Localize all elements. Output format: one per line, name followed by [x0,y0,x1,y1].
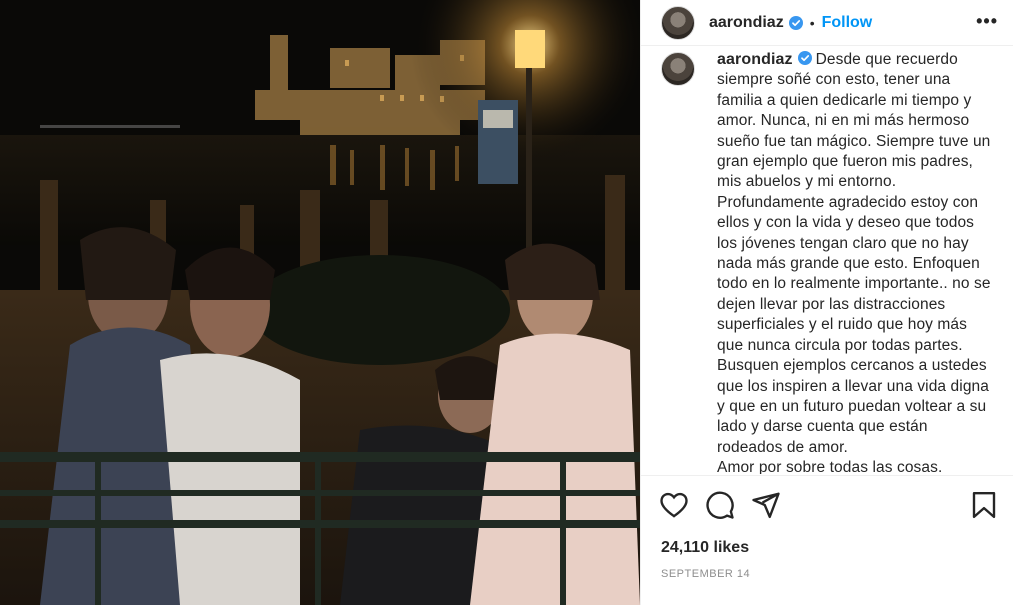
post-date[interactable]: SEPTEMBER 14 [661,568,750,580]
verified-badge-icon [788,15,803,30]
caption-line: Amor por sobre todas las cosas. [717,459,943,474]
caption-line: familia a quien dedicarle mi tiempo y [717,91,972,109]
caption-line: dejen llevar por las distracciones [717,295,946,313]
caption-line: siempre soñé con esto, tener una [717,71,951,89]
caption-line: amor. Nunca, ni en mi más hermoso [717,112,970,130]
share-icon[interactable] [751,490,781,525]
caption-line: los jóvenes tengan claro que no hay [717,234,969,252]
caption-line: y que en un futuro puedan voltear a su [717,397,987,415]
header-separator: • [809,14,815,31]
caption-text: aarondiaz Desde que recuerdo siempre soñé… [717,50,1006,474]
more-options-button[interactable]: ••• [976,11,998,32]
post-header: aarondiaz • Follow ••• [641,0,1013,46]
caption-line: Busquen ejemplos cercanos a ustedes [717,357,987,375]
caption-line: nada más grande que esto. Enfoquen [717,255,980,273]
avatar[interactable] [661,5,695,40]
caption-line: mis abuelos y mi entorno. [717,173,897,191]
caption-line: que nunca circula por todas partes. [717,336,963,354]
caption-line: que los inspiren a llevar una vida digna [717,377,989,395]
follow-button[interactable]: Follow [822,14,873,32]
bookmark-icon[interactable] [969,490,999,525]
post-photo[interactable] [0,0,640,605]
post-sidebar: aarondiaz • Follow ••• aarondiaz Desde qu… [640,0,1013,605]
caption-line: todo en lo realmente importante.. no se [717,275,991,293]
caption-line: superficiales y el ruido que hoy más [717,316,968,334]
caption-area: aarondiaz Desde que recuerdo siempre soñé… [641,46,1013,474]
caption-line: gran ejemplo que fueron mis padres, [717,153,973,171]
verified-badge-icon [797,51,812,65]
caption-line-text: Desde que recuerdo [815,51,958,68]
caption-line: sueño fue tan mágico. Siempre tuve un [717,132,991,150]
action-bar [659,490,999,524]
divider [641,475,1013,476]
caption-line: rodeados de amor. [717,438,848,456]
comment-icon[interactable] [705,490,735,525]
header-username[interactable]: aarondiaz [709,14,784,32]
caption-line: lado y darse cuenta que están [717,418,928,436]
caption-first-line: aarondiaz Desde que recuerdo [717,50,1006,70]
heart-icon[interactable] [659,490,689,525]
post-photo-image [0,0,640,605]
likes-count[interactable]: 24,110 likes [661,539,749,557]
caption-avatar[interactable] [661,52,695,86]
caption-line: Profundamente agradecido estoy con [717,193,979,211]
caption-line: ellos y con la vida y deseo que todos [717,214,975,232]
caption-username[interactable]: aarondiaz [717,51,793,68]
caption: aarondiaz Desde que recuerdo siempre soñé… [661,50,1006,474]
